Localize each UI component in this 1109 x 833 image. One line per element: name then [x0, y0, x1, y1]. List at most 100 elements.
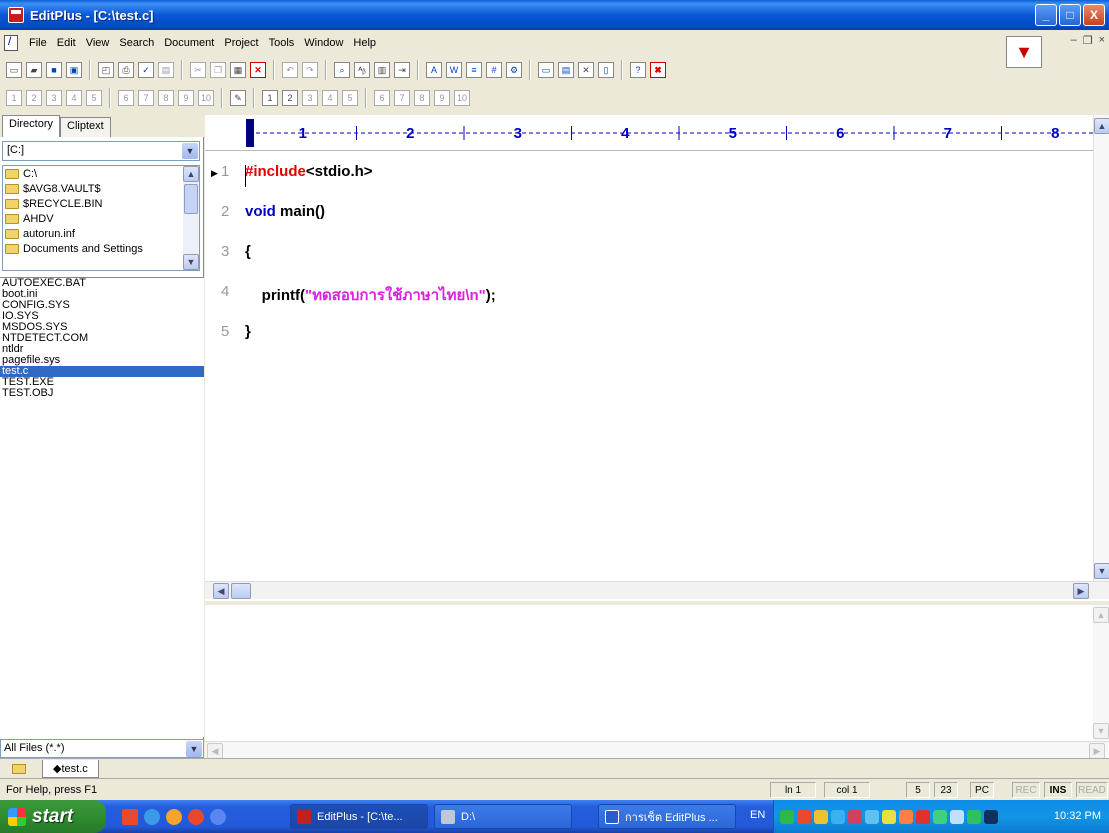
line-number-icon[interactable]: # [486, 62, 502, 78]
chevron-down-icon[interactable]: ▼ [1093, 723, 1109, 739]
preferences-icon[interactable]: ⚙ [506, 62, 522, 78]
user-tool-8-button[interactable]: 8 [158, 90, 174, 106]
close-window-icon[interactable]: ✕ [578, 62, 594, 78]
menu-window[interactable]: Window [299, 37, 348, 49]
tray-usb-icon[interactable] [933, 809, 947, 824]
code-line[interactable]: void main() [245, 203, 325, 220]
language-indicator[interactable]: EN [750, 809, 765, 821]
print-preview-icon[interactable]: ◰ [98, 62, 114, 78]
chevron-up-icon[interactable]: ▲ [1093, 607, 1109, 623]
taskbar-item-drive-d[interactable]: D:\ [434, 804, 572, 829]
chevron-down-icon[interactable]: ▼ [1006, 36, 1042, 68]
minimize-button[interactable]: _ [1035, 4, 1057, 26]
taskbar-item-editplus[interactable]: EditPlus - [C:\te... [290, 804, 428, 829]
save-icon[interactable]: ■ [46, 62, 62, 78]
cliptext-9-button[interactable]: 9 [434, 90, 450, 106]
output-vertical-scrollbar[interactable]: ▲ ▼ [1093, 605, 1109, 741]
editplus-app-icon[interactable] [8, 7, 24, 23]
cliptext-3-button[interactable]: 3 [302, 90, 318, 106]
user-tool-2-button[interactable]: 2 [26, 90, 42, 106]
drive-select[interactable]: [C:] ▼ [2, 141, 200, 161]
cliptext-icon[interactable]: ✎ [230, 90, 246, 106]
goto-icon[interactable]: ⇥ [394, 62, 410, 78]
tab-test-c[interactable]: ◆test.c [42, 759, 99, 778]
list-item[interactable]: pagefile.sys [0, 355, 204, 366]
menu-view[interactable]: View [81, 37, 115, 49]
menu-search[interactable]: Search [114, 37, 159, 49]
user-tool-1-button[interactable]: 1 [6, 90, 22, 106]
close-button[interactable]: X [1083, 4, 1105, 26]
new-file-icon[interactable]: ▭ [6, 62, 22, 78]
paste-icon[interactable]: ▦ [230, 62, 246, 78]
cliptext-5-button[interactable]: 5 [342, 90, 358, 106]
tray-network-icon[interactable] [780, 809, 794, 824]
stop-icon[interactable]: ✖ [650, 62, 666, 78]
chevron-right-icon[interactable]: ▶ [1089, 743, 1105, 759]
browser-icon[interactable] [210, 808, 226, 825]
tray-app-icon[interactable] [797, 809, 811, 824]
media-player-icon[interactable] [166, 808, 182, 825]
tray-volume-icon[interactable] [950, 809, 964, 824]
tab-directory[interactable]: Directory [2, 115, 61, 137]
tray-avg-icon[interactable] [814, 809, 828, 824]
output-horizontal-scrollbar[interactable]: ◀ ▶ [205, 741, 1109, 759]
user-tool-10-button[interactable]: 10 [198, 90, 214, 106]
taskbar-item-word-document[interactable]: การเซ็ต EditPlus ... [598, 804, 736, 829]
tile-icon[interactable]: ▤ [558, 62, 574, 78]
tree-scrollbar[interactable]: ▲ ▼ [183, 166, 199, 270]
scrollbar-thumb[interactable] [231, 583, 251, 599]
user-tool-7-button[interactable]: 7 [138, 90, 154, 106]
editor-horizontal-scrollbar[interactable]: ◀ ▶ [205, 581, 1109, 599]
menu-tools[interactable]: Tools [264, 37, 300, 49]
user-tool-5-button[interactable]: 5 [86, 90, 102, 106]
menu-document[interactable]: Document [159, 37, 219, 49]
code-line[interactable]: printf("ทดสอบการใช้ภาษาไทย\n"); [245, 283, 496, 307]
find-in-files-icon[interactable]: ▥ [374, 62, 390, 78]
start-button[interactable]: start [0, 800, 106, 833]
chevron-up-icon[interactable]: ▲ [183, 166, 199, 182]
replace-icon[interactable]: ᴬᵦ [354, 62, 370, 78]
cliptext-10-button[interactable]: 10 [454, 90, 470, 106]
chevron-up-icon[interactable]: ▲ [1094, 118, 1109, 134]
editor-vertical-scrollbar[interactable]: ▲ ▼ [1093, 115, 1109, 581]
ruler-icon[interactable]: ≡ [466, 62, 482, 78]
user-tool-3-button[interactable]: 3 [46, 90, 62, 106]
tree-item[interactable]: $RECYCLE.BIN [3, 196, 199, 211]
list-item[interactable]: NTDETECT.COM [0, 333, 204, 344]
code-line[interactable]: } [245, 323, 251, 340]
menu-file[interactable]: File [24, 37, 52, 49]
chevron-down-icon[interactable]: ▼ [183, 254, 199, 270]
output-window[interactable]: ▲ ▼ ◀ ▶ [205, 602, 1109, 759]
tray-messenger-icon[interactable] [848, 809, 862, 824]
cliptext-6-button[interactable]: 6 [374, 90, 390, 106]
cliptext-1-button[interactable]: 1 [262, 90, 278, 106]
delete-icon[interactable]: ✕ [250, 62, 266, 78]
tray-update-icon[interactable] [865, 809, 879, 824]
tree-item[interactable]: AHDV [3, 211, 199, 226]
quicklaunch-app-icon[interactable] [122, 808, 138, 825]
tree-item[interactable]: $AVG8.VAULT$ [3, 181, 199, 196]
tray-sync-icon[interactable] [967, 809, 981, 824]
cut-icon[interactable]: ✂ [190, 62, 206, 78]
spell-check-icon[interactable]: ✓ [138, 62, 154, 78]
internet-explorer-icon[interactable] [144, 808, 160, 825]
cascade-icon[interactable]: ▭ [538, 62, 554, 78]
print-icon[interactable]: ⎙ [118, 62, 134, 78]
code-line[interactable]: { [245, 243, 251, 260]
mdi-close-button[interactable]: × [1099, 34, 1105, 47]
chevron-down-icon[interactable]: ▼ [182, 143, 198, 159]
maximize-button[interactable]: □ [1059, 4, 1081, 26]
copy-icon[interactable]: ❐ [210, 62, 226, 78]
tray-connection-icon[interactable] [831, 809, 845, 824]
cliptext-2-button[interactable]: 2 [282, 90, 298, 106]
menu-project[interactable]: Project [219, 37, 263, 49]
open-folder-icon[interactable]: ▰ [26, 62, 42, 78]
cliptext-8-button[interactable]: 8 [414, 90, 430, 106]
firefox-icon[interactable] [188, 808, 204, 825]
chevron-down-icon[interactable]: ▼ [1094, 563, 1109, 579]
user-tool-4-button[interactable]: 4 [66, 90, 82, 106]
list-item[interactable]: TEST.OBJ [0, 388, 204, 399]
html-toolbar-icon[interactable]: ▤ [158, 62, 174, 78]
mdi-restore-button[interactable]: ❐ [1083, 34, 1093, 47]
menu-help[interactable]: Help [348, 37, 381, 49]
